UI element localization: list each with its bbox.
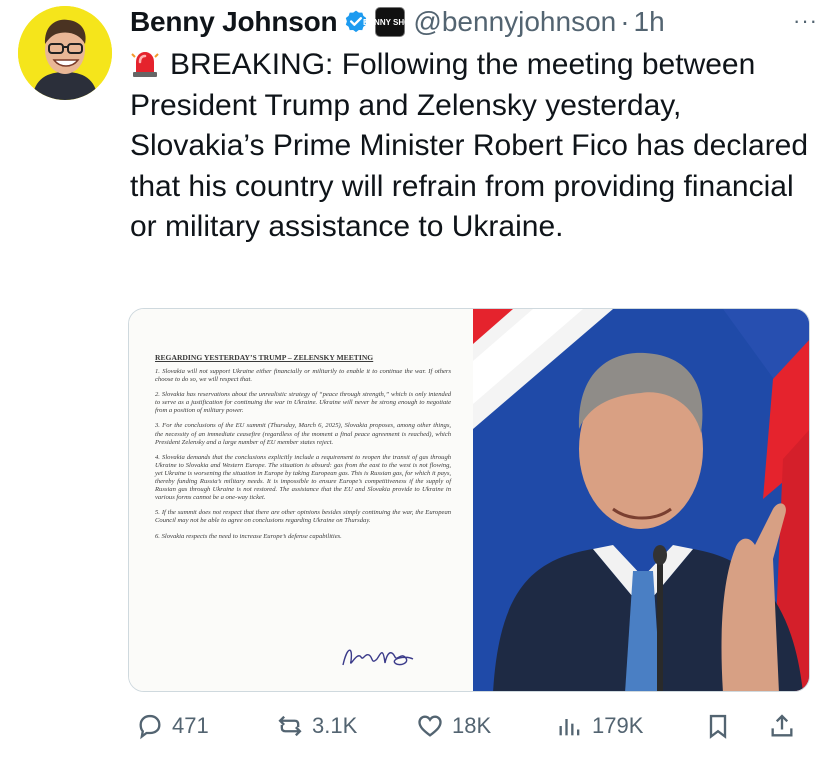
like-count: 18K bbox=[452, 713, 492, 738]
views-button[interactable]: 179K bbox=[556, 706, 643, 746]
tweet-header: Benny Johnson BENNY SHOW @bennyjohnson ·… bbox=[130, 2, 820, 42]
action-bar: 471 3.1K 18K 179K bbox=[128, 706, 810, 746]
document-paragraph: 2. Slovakia has reservations about the u… bbox=[155, 391, 452, 415]
repost-icon bbox=[278, 715, 302, 737]
tweet-body: BREAKING: Following the meeting between … bbox=[130, 48, 809, 243]
view-count: 179K bbox=[592, 713, 644, 738]
heart-icon bbox=[418, 715, 442, 737]
more-options-icon[interactable]: ··· bbox=[793, 8, 818, 34]
document-paragraph: 4. Slovakia demands that the conclusions… bbox=[155, 453, 452, 502]
document-paragraph: 1. Slovakia will not support Ukraine eit… bbox=[155, 368, 452, 384]
avatar-image bbox=[18, 6, 112, 100]
tweet-timestamp[interactable]: 1h bbox=[634, 6, 665, 38]
share-button[interactable] bbox=[768, 706, 796, 746]
bookmark-icon bbox=[709, 714, 727, 739]
document-title: REGARDING YESTERDAY’S TRUMP – ZELENSKY M… bbox=[155, 353, 374, 362]
repost-count: 3.1K bbox=[312, 713, 358, 738]
share-icon bbox=[771, 714, 793, 737]
politician-photo[interactable] bbox=[473, 309, 809, 691]
reply-icon bbox=[139, 714, 161, 740]
bookmark-button[interactable] bbox=[704, 706, 732, 746]
signature-icon bbox=[342, 649, 414, 666]
author-name[interactable]: Benny Johnson bbox=[130, 6, 338, 38]
document-paragraph: 5. If the summit does not respect that t… bbox=[155, 509, 452, 525]
document-paragraph: 6. Slovakia respects the need to increas… bbox=[155, 532, 342, 540]
header-separator: · bbox=[620, 6, 630, 37]
repost-button[interactable]: 3.1K bbox=[276, 706, 357, 746]
tweet-media[interactable]: REGARDING YESTERDAY’S TRUMP – ZELENSKY M… bbox=[128, 308, 810, 692]
statement-document-image[interactable]: REGARDING YESTERDAY’S TRUMP – ZELENSKY M… bbox=[129, 309, 474, 691]
reply-button[interactable]: 471 bbox=[136, 706, 209, 746]
affiliation-badge[interactable]: BENNY SHOW bbox=[363, 7, 418, 37]
siren-emoji-icon bbox=[131, 52, 159, 77]
document-paragraph: 3. For the conclusions of the EU summit … bbox=[155, 422, 452, 446]
photo-image bbox=[473, 309, 809, 691]
tweet-text: BREAKING: Following the meeting between … bbox=[130, 45, 810, 248]
author-handle[interactable]: @bennyjohnson bbox=[413, 6, 616, 38]
avatar[interactable] bbox=[18, 6, 112, 100]
like-button[interactable]: 18K bbox=[416, 706, 491, 746]
views-bar-chart-icon bbox=[559, 719, 580, 736]
reply-count: 471 bbox=[172, 713, 209, 738]
